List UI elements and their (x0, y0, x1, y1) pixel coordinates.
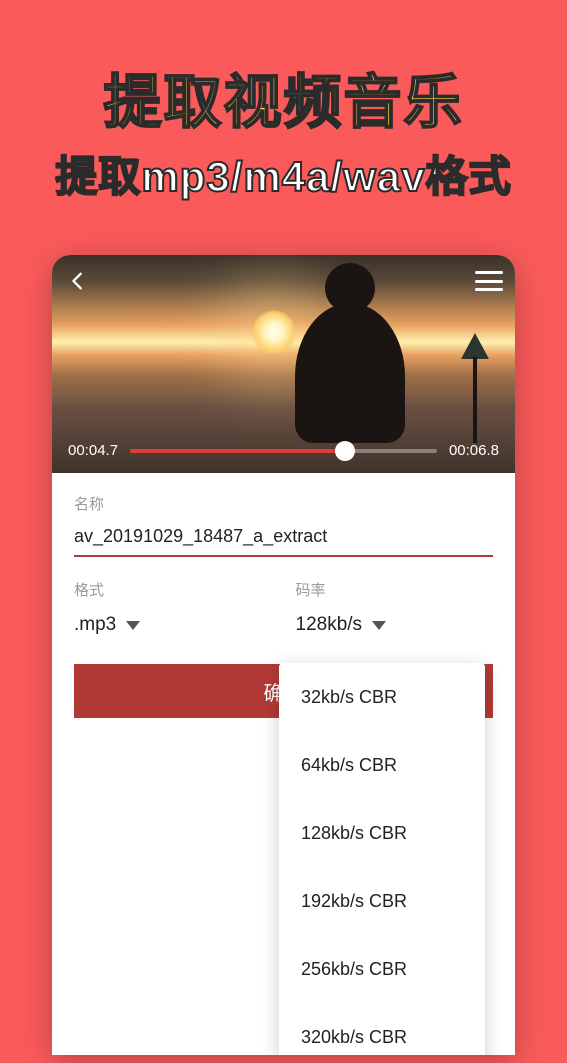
chevron-down-icon (126, 621, 140, 630)
bitrate-option[interactable]: 32kb/s CBR (279, 663, 485, 731)
app-window: 00:04.7 00:06.8 名称 格式 .mp3 码率 128kb/s (52, 255, 515, 1055)
name-label: 名称 (74, 493, 493, 514)
video-content-person (295, 303, 405, 443)
bitrate-option[interactable]: 64kb/s CBR (279, 731, 485, 799)
promo-title: 提取视频音乐 (0, 55, 567, 139)
bitrate-option[interactable]: 192kb/s CBR (279, 867, 485, 935)
seek-thumb[interactable] (335, 441, 355, 461)
chevron-down-icon (372, 621, 386, 630)
seek-track[interactable] (130, 449, 437, 453)
video-preview[interactable]: 00:04.7 00:06.8 (52, 255, 515, 473)
video-content-tripod (455, 333, 495, 443)
bitrate-select[interactable]: 128kb/s (296, 608, 494, 642)
bitrate-option[interactable]: 128kb/s CBR (279, 799, 485, 867)
promo-subtitle: 提取mp3/m4a/wav格式 (0, 143, 567, 204)
player-controls: 00:04.7 00:06.8 (68, 442, 499, 459)
back-icon[interactable] (64, 267, 92, 295)
bitrate-option[interactable]: 256kb/s CBR (279, 935, 485, 1003)
bitrate-dropdown: 32kb/s CBR 64kb/s CBR 128kb/s CBR 192kb/… (279, 663, 485, 1055)
video-content-sun (252, 310, 296, 354)
format-select[interactable]: .mp3 (74, 608, 272, 642)
bitrate-value: 128kb/s (296, 614, 363, 636)
bitrate-label: 码率 (296, 579, 494, 600)
seek-fill (130, 449, 345, 453)
current-time: 00:04.7 (68, 442, 118, 459)
bitrate-option[interactable]: 320kb/s CBR (279, 1003, 485, 1055)
format-label: 格式 (74, 579, 272, 600)
name-input[interactable] (74, 522, 493, 557)
menu-icon[interactable] (475, 271, 503, 291)
format-value: .mp3 (74, 614, 116, 636)
total-time: 00:06.8 (449, 442, 499, 459)
